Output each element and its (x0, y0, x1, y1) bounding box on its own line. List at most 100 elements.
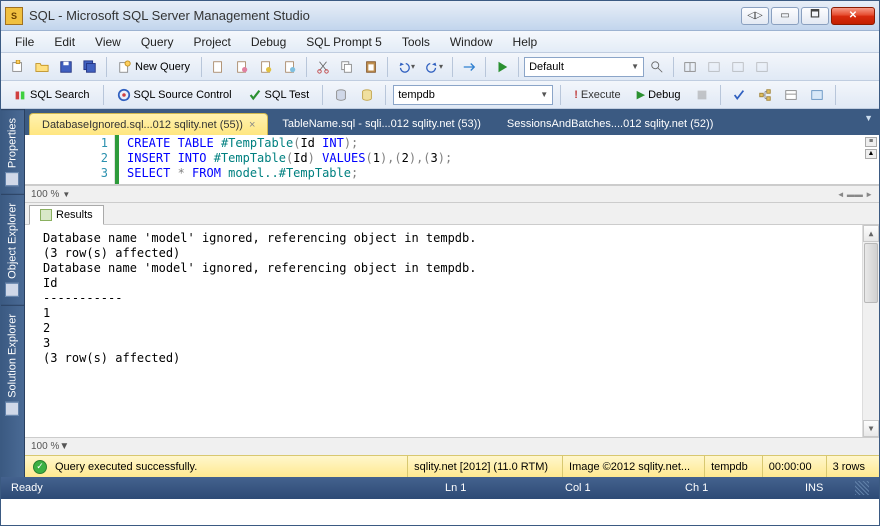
resize-grip[interactable] (855, 481, 869, 495)
separator (103, 85, 104, 105)
close-tab-icon[interactable]: × (249, 119, 255, 131)
script-button-4[interactable] (279, 56, 301, 78)
scroll-thumb[interactable] (864, 243, 878, 303)
maximize-button[interactable]: 🗖 (801, 7, 829, 25)
debug-button[interactable]: ▶ Debug (631, 84, 687, 106)
separator (201, 57, 202, 77)
layout-button-4[interactable] (751, 56, 773, 78)
execute-button[interactable]: ! Execute (568, 84, 626, 106)
scroll-down-button[interactable]: ▼ (863, 420, 879, 437)
new-query-button[interactable]: New Query (112, 56, 196, 78)
results-scrollbar[interactable]: ▲ ▼ (862, 225, 879, 437)
options-button-2[interactable] (806, 84, 828, 106)
hscroll-indicator: ◄ ▬▬ ► (837, 190, 873, 199)
redo-button[interactable]: ▾ (421, 56, 447, 78)
estimated-plan-button[interactable] (754, 84, 776, 106)
chevron-down-icon: ▼ (631, 62, 639, 71)
tab-databaseignored[interactable]: DatabaseIgnored.sql...012 sqlity.net (55… (29, 113, 268, 135)
results-pane[interactable]: Database name 'model' ignored, referenci… (25, 225, 879, 437)
results-line: ----------- (43, 291, 861, 306)
status-col: Col 1 (565, 482, 685, 494)
undo-button[interactable]: ▾ (393, 56, 419, 78)
save-button[interactable] (55, 56, 77, 78)
menu-sqlprompt[interactable]: SQL Prompt 5 (298, 33, 390, 51)
separator (106, 57, 107, 77)
execute-icon: ! (574, 89, 578, 101)
layout-button-1[interactable] (679, 56, 701, 78)
chevron-down-icon[interactable]: ▼ (59, 441, 69, 452)
copy-button[interactable] (336, 56, 358, 78)
layout-button-3[interactable] (727, 56, 749, 78)
database-combo[interactable]: tempdb ▼ (393, 85, 553, 105)
open-button[interactable] (31, 56, 53, 78)
zoom-value[interactable]: 100 % (31, 189, 59, 200)
new-project-button[interactable] (7, 56, 29, 78)
stop-button[interactable] (691, 84, 713, 106)
database-combo-value: tempdb (398, 89, 435, 101)
tab-label: DatabaseIgnored.sql...012 sqlity.net (55… (42, 119, 243, 131)
menu-edit[interactable]: Edit (46, 33, 83, 51)
config-combo[interactable]: Default▼ (524, 57, 644, 77)
run-button[interactable] (491, 56, 513, 78)
parse-button[interactable] (728, 84, 750, 106)
db-icon-button[interactable] (330, 84, 352, 106)
results-tabstrip: Results (25, 203, 879, 225)
find-button[interactable] (646, 56, 668, 78)
nav-back-button[interactable]: ◁▷ (741, 7, 769, 25)
script-button-2[interactable] (231, 56, 253, 78)
paste-button[interactable] (360, 56, 382, 78)
sql-search-button[interactable]: SQL Search (7, 84, 96, 106)
scroll-up-button[interactable]: ▲ (863, 225, 879, 242)
status-ch: Ch 1 (685, 482, 805, 494)
chevron-down-icon[interactable]: ▼ (62, 190, 70, 199)
separator (452, 57, 453, 77)
menu-window[interactable]: Window (442, 33, 501, 51)
results-line: (3 row(s) affected) (43, 351, 861, 366)
results-tab[interactable]: Results (29, 205, 104, 225)
separator (306, 57, 307, 77)
separator (720, 85, 721, 105)
menu-project[interactable]: Project (186, 33, 239, 51)
zoom-value[interactable]: 100 % (31, 441, 59, 452)
sidetab-object-explorer[interactable]: Object Explorer (1, 194, 24, 305)
tab-sessions[interactable]: SessionsAndBatches....012 sqlity.net (52… (495, 113, 725, 135)
chevron-down-icon: ▼ (540, 90, 548, 99)
saveall-button[interactable] (79, 56, 101, 78)
editor-zoom-bar: 100 %▼ ◄ ▬▬ ► (25, 185, 879, 203)
window-title: SQL - Microsoft SQL Server Management St… (29, 8, 741, 23)
script-button-1[interactable] (207, 56, 229, 78)
menu-debug[interactable]: Debug (243, 33, 294, 51)
execute-label: Execute (581, 89, 621, 101)
menu-help[interactable]: Help (505, 33, 546, 51)
change-connection-button[interactable] (356, 84, 378, 106)
scroll-track[interactable] (863, 242, 879, 420)
sql-test-button[interactable]: SQL Test (242, 84, 316, 106)
sql-search-label: SQL Search (30, 89, 90, 101)
scroll-up-button[interactable]: ▲ (865, 149, 877, 159)
close-button[interactable]: ✕ (831, 7, 875, 25)
menu-view[interactable]: View (87, 33, 129, 51)
toolbar-sql: SQL Search SQL Source Control SQL Test t… (1, 81, 879, 109)
menu-tools[interactable]: Tools (394, 33, 438, 51)
minimize-button[interactable]: ▭ (771, 7, 799, 25)
results-icon (40, 209, 52, 221)
results-line: Database name 'model' ignored, referenci… (43, 231, 861, 246)
tab-overflow-button[interactable]: ▼ (864, 113, 873, 123)
script-button-3[interactable] (255, 56, 277, 78)
code-text[interactable]: CREATE TABLE #TempTable(Id INT);INSERT I… (119, 135, 879, 184)
cut-button[interactable] (312, 56, 334, 78)
success-icon: ✓ (33, 460, 47, 474)
layout-button-2[interactable] (703, 56, 725, 78)
nav-button[interactable] (458, 56, 480, 78)
options-button-1[interactable] (780, 84, 802, 106)
tab-tablename[interactable]: TableName.sql - sqli...012 sqlity.net (5… (270, 113, 493, 135)
menu-file[interactable]: File (7, 33, 42, 51)
menu-query[interactable]: Query (133, 33, 182, 51)
sidetab-properties[interactable]: Properties (1, 109, 24, 194)
sidetab-solution-explorer[interactable]: Solution Explorer (1, 305, 24, 424)
status-time: 00:00:00 (762, 456, 818, 477)
code-editor[interactable]: 1 2 3 CREATE TABLE #TempTable(Id INT);IN… (25, 135, 879, 185)
app-status-bar: Ready Ln 1 Col 1 Ch 1 INS (1, 477, 879, 499)
split-handle[interactable]: ≡ (865, 137, 877, 147)
sql-source-control-button[interactable]: SQL Source Control (111, 84, 238, 106)
